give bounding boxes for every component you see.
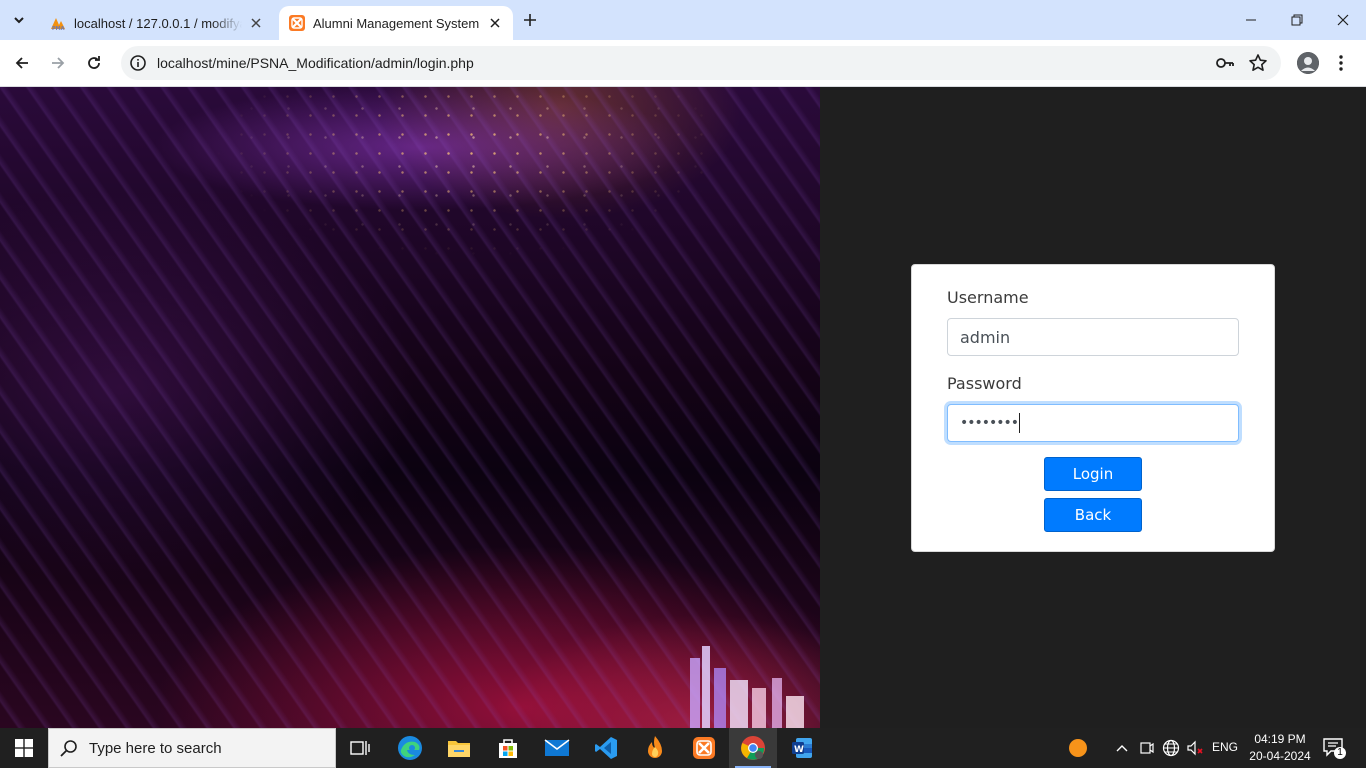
password-input[interactable]: •••••••• xyxy=(947,404,1239,442)
xampp-icon xyxy=(289,15,305,31)
url-text[interactable]: localhost/mine/PSNA_Modification/admin/l… xyxy=(157,55,474,71)
close-icon[interactable] xyxy=(487,15,503,31)
svg-text:PMA: PMA xyxy=(52,26,65,31)
taskbar-app-edge[interactable] xyxy=(386,728,434,768)
taskbar-app-store[interactable] xyxy=(484,728,532,768)
taskbar-app-word[interactable]: W xyxy=(778,728,826,768)
key-icon[interactable] xyxy=(1215,54,1235,72)
windows-taskbar: Type here to search W ENG 04:19 PM 20-04… xyxy=(0,728,1366,768)
login-button[interactable]: Login xyxy=(1044,457,1142,491)
notification-count: 1 xyxy=(1337,747,1343,758)
arrow-left-icon xyxy=(15,57,28,69)
minimize-button[interactable] xyxy=(1228,0,1274,40)
orange-circle-icon xyxy=(1069,739,1087,757)
taskbar-app-file-explorer[interactable] xyxy=(435,728,483,768)
avatar-icon xyxy=(1297,52,1319,74)
word-icon: W xyxy=(792,738,812,758)
tray-app-orange-circle[interactable] xyxy=(1068,738,1088,758)
camera-icon xyxy=(1140,742,1154,754)
tray-meet-now[interactable] xyxy=(1137,738,1157,758)
browser-toolbar: localhost/mine/PSNA_Modification/admin/l… xyxy=(0,40,1366,87)
password-value: •••••••• xyxy=(960,415,1019,431)
phpmyadmin-icon: PMA xyxy=(51,18,65,31)
username-value: admin xyxy=(960,327,1011,347)
background-image xyxy=(0,87,820,728)
reload-button[interactable] xyxy=(80,49,108,77)
star-icon[interactable] xyxy=(1248,53,1268,73)
plus-icon xyxy=(524,14,536,26)
windows-logo-icon xyxy=(15,739,33,757)
chevron-down-icon xyxy=(14,17,24,24)
username-label: Username xyxy=(947,288,1029,307)
taskbar-app-xampp[interactable] xyxy=(680,728,728,768)
taskbar-app-vscode[interactable] xyxy=(582,728,630,768)
tab-phpmyadmin[interactable]: PMA localhost / 127.0.0.1 / modifyal xyxy=(40,6,274,40)
address-bar[interactable]: localhost/mine/PSNA_Modification/admin/l… xyxy=(121,46,1281,80)
search-icon xyxy=(60,740,77,757)
tray-volume[interactable] xyxy=(1185,738,1205,758)
username-input[interactable]: admin xyxy=(947,318,1239,356)
tab-search-button[interactable] xyxy=(6,7,32,33)
tab-title: Alumni Management System xyxy=(313,15,480,31)
restore-button[interactable] xyxy=(1274,0,1320,40)
chrome-icon xyxy=(741,736,765,760)
start-button[interactable] xyxy=(0,728,48,768)
speaker-muted-icon xyxy=(1187,740,1203,756)
info-icon[interactable] xyxy=(129,54,147,72)
search-placeholder: Type here to search xyxy=(89,739,222,757)
mail-icon xyxy=(544,739,570,756)
close-icon xyxy=(1337,14,1349,26)
clock-date: 20-04-2024 xyxy=(1249,749,1311,763)
back-nav-button[interactable] xyxy=(8,49,36,77)
svg-text:W: W xyxy=(794,745,804,755)
taskbar-app-chrome[interactable] xyxy=(729,728,777,768)
text-caret xyxy=(1019,413,1021,433)
vscode-icon xyxy=(595,737,617,759)
language-indicator[interactable]: ENG xyxy=(1212,740,1238,754)
folder-icon xyxy=(448,741,470,757)
more-vertical-icon xyxy=(1339,55,1343,71)
browser-menu-button[interactable] xyxy=(1333,52,1349,74)
chevron-up-icon xyxy=(1116,745,1128,752)
arrow-right-icon xyxy=(52,57,65,69)
city-skyline-graphic xyxy=(690,646,804,728)
forward-nav-button[interactable] xyxy=(44,49,72,77)
xampp-icon xyxy=(693,737,715,759)
task-view-button[interactable] xyxy=(336,728,384,768)
reload-icon xyxy=(88,56,100,69)
taskbar-search-box[interactable]: Type here to search xyxy=(48,728,336,768)
close-icon[interactable] xyxy=(248,15,264,31)
taskbar-app-mail[interactable] xyxy=(533,728,581,768)
minimize-icon xyxy=(1246,19,1256,21)
tray-network[interactable] xyxy=(1161,738,1181,758)
back-button[interactable]: Back xyxy=(1044,498,1142,532)
show-hidden-icons-button[interactable] xyxy=(1112,738,1132,758)
new-tab-button[interactable] xyxy=(518,8,542,32)
system-clock[interactable]: 04:19 PM 20-04-2024 xyxy=(1246,731,1314,765)
edge-icon xyxy=(398,736,422,760)
login-form-card: Username admin Password •••••••• Login B… xyxy=(911,264,1275,552)
browser-tabstrip: PMA localhost / 127.0.0.1 / modifyal Alu… xyxy=(0,0,1366,40)
store-icon xyxy=(499,739,517,758)
flame-icon xyxy=(648,736,662,758)
taskbar-app-flame[interactable] xyxy=(631,728,679,768)
restore-icon xyxy=(1291,14,1303,26)
globe-icon xyxy=(1162,739,1180,757)
clock-time: 04:19 PM xyxy=(1254,732,1306,746)
profile-avatar[interactable] xyxy=(1297,52,1319,74)
tab-alumni-management[interactable]: Alumni Management System xyxy=(279,6,513,40)
password-label: Password xyxy=(947,374,1022,393)
task-view-icon xyxy=(350,741,370,755)
tab-title: localhost / 127.0.0.1 / modifyal xyxy=(74,15,242,31)
notification-center-button[interactable]: 1 xyxy=(1322,736,1346,760)
close-window-button[interactable] xyxy=(1320,0,1366,40)
